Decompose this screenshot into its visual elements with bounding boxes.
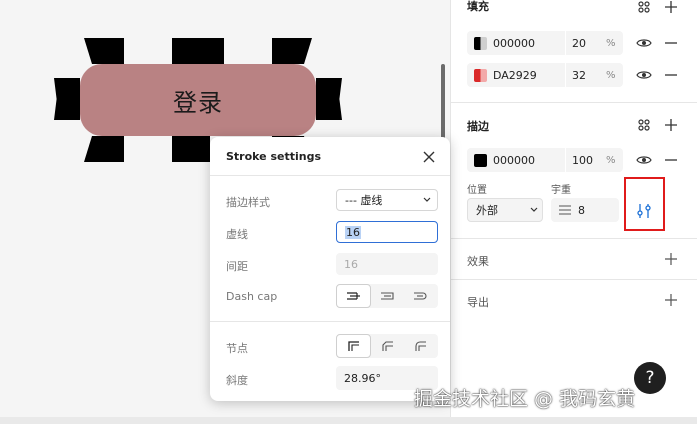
stroke-dash-bottom-2: [172, 136, 210, 162]
weight-value: 8: [578, 203, 585, 217]
position-value: 外部: [476, 204, 498, 217]
fill-swatch-2[interactable]: [474, 68, 487, 82]
watermark-text: 掘金技术社区 @ 我码玄黄: [414, 388, 636, 410]
stroke-dash-top-3: [272, 38, 312, 64]
stroke-dash-top-2: [172, 38, 224, 64]
stroke-dash-right: [316, 78, 342, 120]
dash-value: 16: [345, 225, 361, 239]
help-button[interactable]: ?: [634, 362, 666, 394]
stroke-hex[interactable]: 000000: [493, 154, 565, 167]
position-label: 位置: [467, 185, 487, 196]
dash-label: 虚线: [226, 228, 248, 241]
divider: [451, 102, 697, 103]
fill-hex-1[interactable]: 000000: [493, 37, 565, 50]
stroke-section-title: 描边: [467, 120, 489, 133]
dash-cap-square-icon[interactable]: [371, 284, 404, 308]
remove-stroke-icon[interactable]: [662, 151, 680, 169]
joint-label: 节点: [226, 342, 248, 355]
eye-icon[interactable]: [635, 66, 653, 84]
stroke-style-dropdown[interactable]: --- 虚线: [336, 189, 438, 211]
position-dropdown[interactable]: 外部: [467, 198, 543, 222]
fill-row-1[interactable]: 000000 20 %: [467, 31, 623, 55]
gap-label: 间距: [226, 260, 248, 273]
stroke-unit: %: [606, 154, 616, 166]
weight-label: 宇重: [551, 185, 571, 196]
dash-input[interactable]: 16: [336, 221, 438, 243]
highlight-annotation: [624, 177, 665, 231]
dash-cap-label: Dash cap: [226, 290, 278, 303]
export-section-title: 导出: [467, 296, 489, 309]
fill-row-2[interactable]: DA2929 32 %: [467, 63, 623, 87]
remove-fill-icon[interactable]: [662, 66, 680, 84]
stroke-dash-bottom-1: [84, 136, 124, 162]
weight-field[interactable]: 8: [551, 198, 619, 222]
stroke-weight-icon: [559, 205, 571, 215]
dash-cap-none-icon[interactable]: [336, 284, 372, 308]
stroke-style-label: 描边样式: [226, 196, 270, 209]
dash-cap-segmented[interactable]: [336, 284, 438, 308]
gap-input[interactable]: 16: [336, 253, 438, 275]
miter-label: 斜度: [226, 374, 248, 387]
add-stroke-icon[interactable]: [662, 116, 680, 134]
joint-segmented[interactable]: [336, 334, 438, 358]
dash-cap-round-icon[interactable]: [405, 284, 438, 308]
fill-section-title: 填充: [467, 0, 489, 13]
login-button-element[interactable]: 登录: [80, 64, 316, 136]
style-grid-icon[interactable]: [635, 0, 653, 16]
remove-fill-icon[interactable]: [662, 34, 680, 52]
gap-placeholder: 16: [344, 257, 358, 271]
stroke-row[interactable]: 000000 100 %: [467, 148, 623, 172]
miter-value: 28.96°: [344, 371, 381, 385]
stroke-opacity[interactable]: 100: [572, 154, 600, 167]
stroke-dash-top-1: [84, 38, 124, 64]
fill-unit-1: %: [606, 37, 616, 49]
eye-icon[interactable]: [635, 151, 653, 169]
stroke-swatch[interactable]: [474, 153, 487, 167]
joint-bevel-icon[interactable]: [371, 334, 404, 358]
style-grid-icon[interactable]: [635, 116, 653, 134]
fill-swatch-1[interactable]: [474, 36, 487, 50]
fill-hex-2[interactable]: DA2929: [493, 69, 565, 82]
fill-opacity-2[interactable]: 32: [572, 69, 600, 82]
add-fill-icon[interactable]: [662, 0, 680, 16]
joint-round-icon[interactable]: [405, 334, 438, 358]
fill-opacity-1[interactable]: 20: [572, 37, 600, 50]
close-icon[interactable]: [422, 149, 436, 163]
divider: [451, 238, 697, 239]
chevron-down-icon: [423, 197, 431, 202]
fill-unit-2: %: [606, 69, 616, 81]
chevron-down-icon: [530, 207, 538, 212]
stroke-style-value: --- 虚线: [345, 194, 383, 207]
divider: [210, 175, 450, 176]
divider: [451, 279, 697, 280]
divider: [210, 321, 450, 322]
eye-icon[interactable]: [635, 34, 653, 52]
add-effect-icon[interactable]: [662, 250, 680, 268]
joint-miter-icon[interactable]: [336, 334, 372, 358]
add-export-icon[interactable]: [662, 291, 680, 309]
stroke-settings-dialog: Stroke settings 描边样式 --- 虚线 虚线 16 间距 16 …: [210, 137, 450, 401]
stroke-dash-left: [54, 78, 80, 120]
dialog-title: Stroke settings: [226, 150, 322, 163]
effects-section-title: 效果: [467, 255, 489, 268]
